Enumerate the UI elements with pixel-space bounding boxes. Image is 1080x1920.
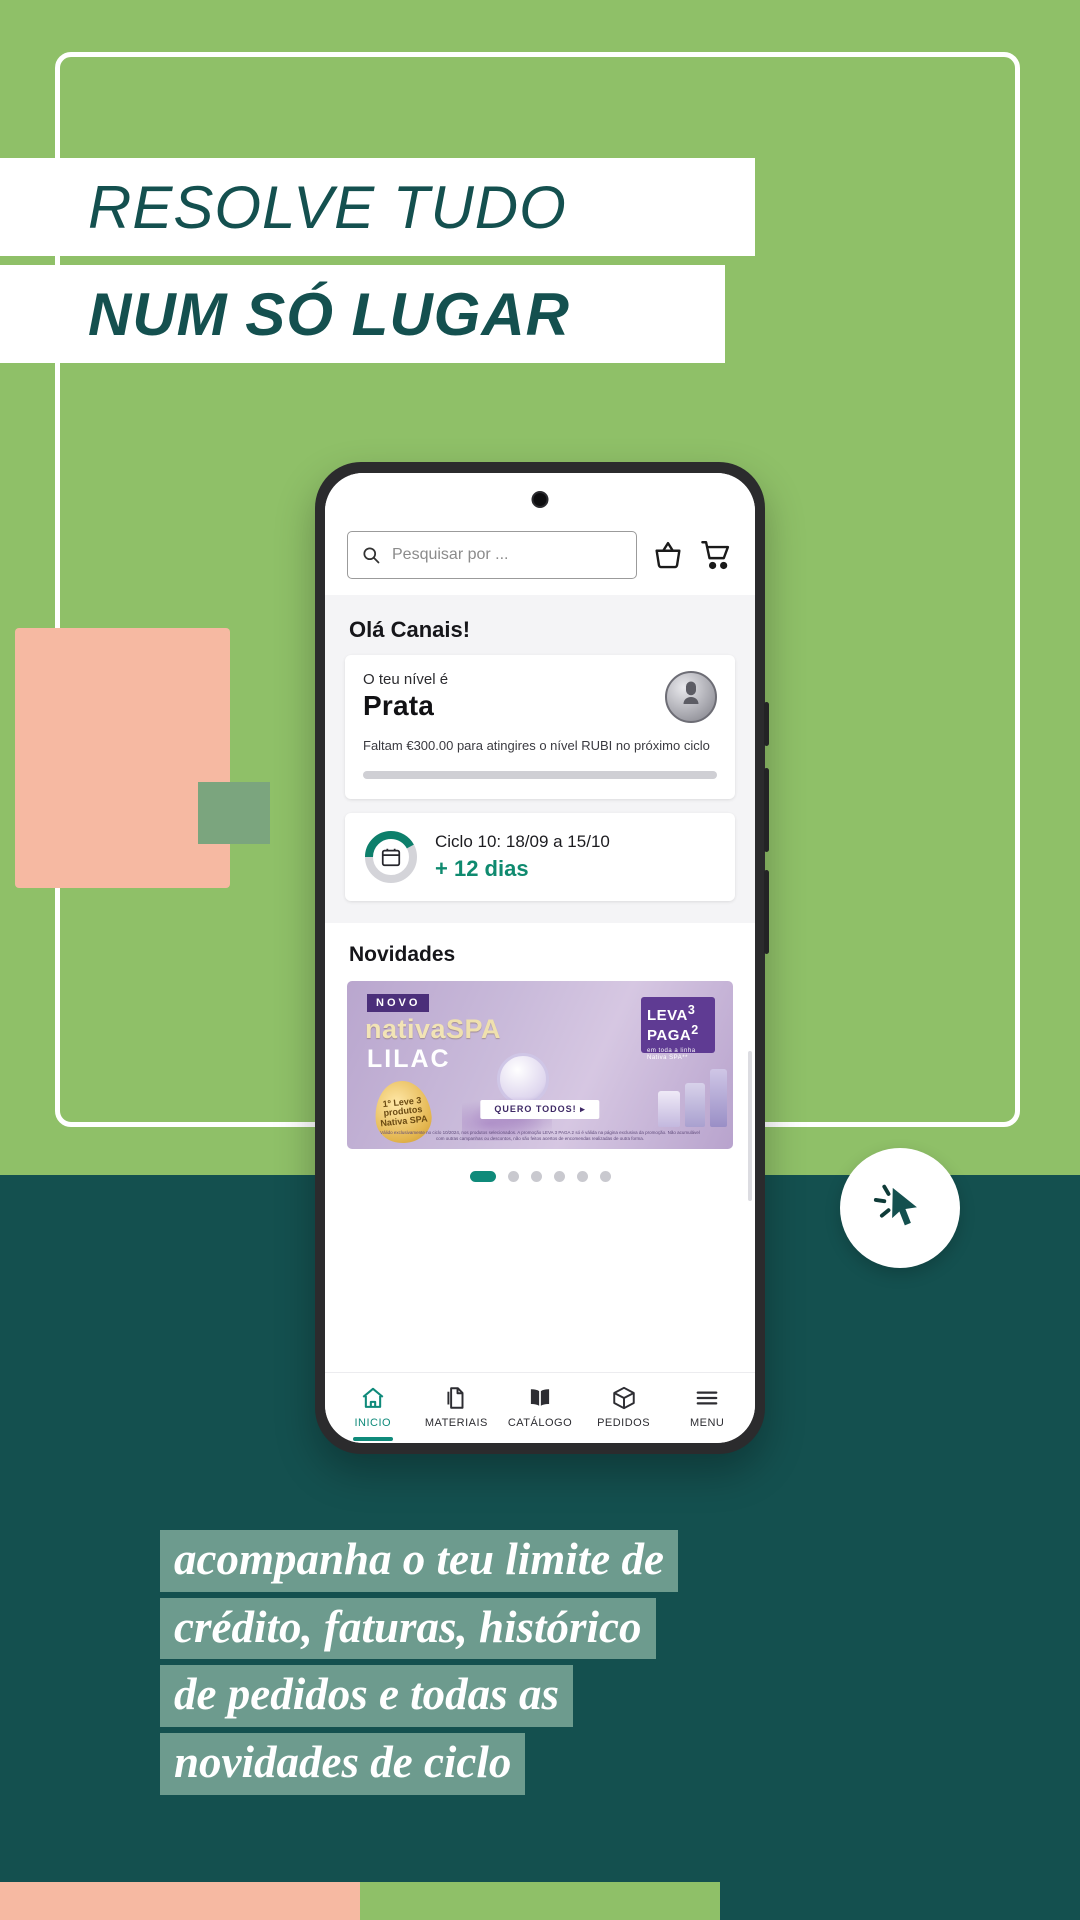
package-icon xyxy=(611,1385,637,1411)
footer-strip-salmon xyxy=(0,1882,360,1920)
nav-item-menu[interactable]: MENU xyxy=(665,1385,749,1429)
promo-bottle-2 xyxy=(710,1069,727,1128)
carousel-dot-1[interactable] xyxy=(469,1171,496,1183)
nav-label: MENU xyxy=(689,1417,725,1429)
cycle-remaining: + 12 dias xyxy=(435,856,529,882)
carousel-dot-6[interactable] xyxy=(599,1171,611,1183)
files-icon xyxy=(443,1385,469,1411)
greeting-text: Olá Canais! xyxy=(325,595,755,655)
phone-side-button-2 xyxy=(764,768,769,852)
nav-label: MATERIAIS xyxy=(424,1417,488,1429)
phone-side-button-1 xyxy=(764,702,769,746)
headline-band-1: RESOLVE TUDO xyxy=(0,158,755,256)
promo-leva-label: LEVA xyxy=(647,1007,688,1025)
cycle-title: Ciclo 10: 18/09 a 15/10 xyxy=(435,832,610,852)
nav-item-catlogo[interactable]: CATÁLOGO xyxy=(498,1385,582,1429)
headline-line-2: NUM SÓ LUGAR xyxy=(88,280,570,348)
caption-row-1: acompanha o teu limite de xyxy=(160,1530,960,1598)
cycle-card-text: Ciclo 10: 18/09 a 15/10 + 12 dias xyxy=(435,832,610,882)
promo-leva-number: 3 xyxy=(687,1003,696,1018)
level-progress-bar xyxy=(363,771,717,780)
promo-drop-text: 1º Leve 3 produtos Nativa SPA xyxy=(379,1095,428,1129)
search-icon xyxy=(361,545,381,565)
caption-row-4: novidades de ciclo xyxy=(160,1733,960,1801)
caption-line-3: de pedidos e todas as xyxy=(160,1665,573,1728)
caption-line-2: crédito, faturas, histórico xyxy=(160,1597,656,1660)
phone-screen: Pesquisar por ... Olá Canais! O teu níve… xyxy=(325,473,755,1443)
decorative-sage-rect xyxy=(198,782,270,844)
calendar-icon xyxy=(363,829,419,885)
carousel-dot-5[interactable] xyxy=(576,1171,588,1183)
news-section: Novidades NOVO nativaSPA LILAC 1º Leve 3… xyxy=(325,923,755,1372)
caption-row-2: crédito, faturas, histórico xyxy=(160,1597,960,1666)
promo-brand: nativaSPA xyxy=(365,1014,501,1045)
level-value: Prata xyxy=(363,690,435,721)
promo-legal-text: Válido exclusivamente no ciclo 10/2024, … xyxy=(380,1129,700,1142)
cycle-card[interactable]: Ciclo 10: 18/09 a 15/10 + 12 dias xyxy=(345,813,735,902)
promo-cta-button[interactable]: QUERO TODOS! ▸ xyxy=(480,1100,600,1120)
promo-badge-novo: NOVO xyxy=(367,994,430,1013)
poster-canvas: RESOLVE TUDO NUM SÓ LUGAR Pesquisar por … xyxy=(0,0,1080,1920)
promo-offer-badge: LEVA3 PAGA2 em toda a linha Nativa SPA** xyxy=(641,997,715,1061)
promo-banner[interactable]: NOVO nativaSPA LILAC 1º Leve 3 produtos … xyxy=(347,981,733,1150)
nav-item-inicio[interactable]: INICIO xyxy=(331,1385,415,1441)
nav-label: PEDIDOS xyxy=(597,1417,651,1429)
front-camera xyxy=(531,491,549,508)
caption-line-1: acompanha o teu limite de xyxy=(160,1530,678,1592)
promo-subtitle: LILAC xyxy=(367,1045,451,1074)
medal-icon xyxy=(665,671,717,723)
hamburger-icon xyxy=(694,1385,720,1411)
search-input[interactable]: Pesquisar por ... xyxy=(347,531,637,579)
level-card-top: O teu nível é Prata xyxy=(363,671,717,723)
caption-line-4: novidades de ciclo xyxy=(160,1733,526,1795)
promo-brand-second: SPA xyxy=(446,1014,502,1045)
promo-bottle-1 xyxy=(685,1083,705,1128)
carousel-pagination[interactable] xyxy=(325,1149,755,1183)
nav-item-materiais[interactable]: MATERIAIS xyxy=(415,1385,499,1429)
bottom-navigation: INICIO MATERIAIS CATÁLOGO PEDIDOS MENU xyxy=(325,1372,755,1443)
medal-glyph xyxy=(676,679,706,715)
home-icon xyxy=(360,1385,386,1411)
carousel-dot-3[interactable] xyxy=(530,1171,542,1183)
book-icon xyxy=(527,1385,553,1411)
news-title: Novidades xyxy=(349,943,456,967)
level-card[interactable]: O teu nível é Prata Faltam €300.00 para … xyxy=(345,655,735,800)
nav-label: CATÁLOGO xyxy=(507,1417,573,1429)
click-cursor-icon xyxy=(871,1177,929,1240)
caption-row-3: de pedidos e todas as xyxy=(160,1665,960,1733)
shopping-cart-icon[interactable] xyxy=(699,538,733,572)
promo-bottles-image xyxy=(658,1069,727,1128)
vertical-scrollbar[interactable] xyxy=(748,1051,752,1202)
headline-line-1: RESOLVE TUDO xyxy=(88,173,567,241)
promo-brand-first: nativa xyxy=(365,1014,447,1045)
promo-paga-number: 2 xyxy=(691,1022,699,1037)
footer-strip-teal xyxy=(720,1882,1080,1920)
click-cursor-badge xyxy=(840,1148,960,1268)
carousel-dot-4[interactable] xyxy=(553,1171,565,1183)
search-placeholder: Pesquisar por ... xyxy=(392,546,509,563)
promo-offer-note: em toda a linha Nativa SPA** xyxy=(647,1047,696,1061)
level-description: Faltam €300.00 para atingires o nível RU… xyxy=(363,738,710,753)
decorative-salmon-rect xyxy=(15,628,230,888)
level-label: O teu nível é xyxy=(363,671,449,688)
phone-side-button-3 xyxy=(764,870,769,954)
promo-paga-label: PAGA xyxy=(647,1026,692,1044)
cycle-progress-ring xyxy=(363,829,419,885)
promo-bottle-3 xyxy=(658,1091,680,1128)
nav-label: INICIO xyxy=(354,1417,392,1429)
phone-mockup: Pesquisar por ... Olá Canais! O teu níve… xyxy=(315,462,769,1454)
carousel-dot-2[interactable] xyxy=(507,1171,519,1183)
headline-band-2: NUM SÓ LUGAR xyxy=(0,265,725,363)
footer-strip-green xyxy=(360,1882,720,1920)
level-card-text: O teu nível é Prata xyxy=(363,671,448,722)
nav-item-pedidos[interactable]: PEDIDOS xyxy=(582,1385,666,1429)
caption-block: acompanha o teu limite de crédito, fatura… xyxy=(160,1530,960,1801)
basket-icon[interactable] xyxy=(651,538,685,572)
